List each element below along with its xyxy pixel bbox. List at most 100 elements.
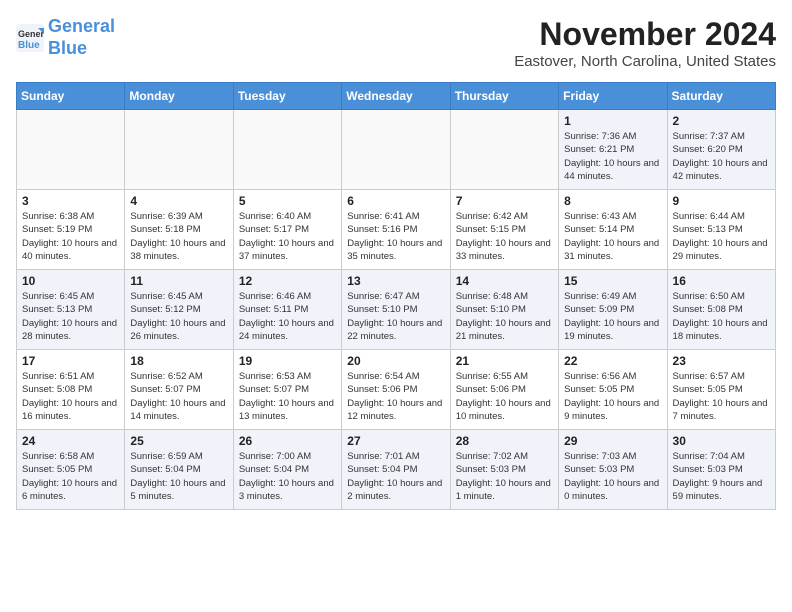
day-info: Sunrise: 6:44 AM Sunset: 5:13 PM Dayligh… xyxy=(673,210,770,263)
calendar-cell: 10 Sunrise: 6:45 AM Sunset: 5:13 PM Dayli… xyxy=(17,270,125,350)
calendar-cell: 26Sunrise: 7:00 AM Sunset: 5:04 PM Dayli… xyxy=(233,430,341,510)
day-info: Sunrise: 7:01 AM Sunset: 5:04 PM Dayligh… xyxy=(347,450,444,503)
calendar-cell: 25Sunrise: 6:59 AM Sunset: 5:04 PM Dayli… xyxy=(125,430,233,510)
weekday-header-row: SundayMondayTuesdayWednesdayThursdayFrid… xyxy=(17,83,776,110)
day-number: 15 xyxy=(564,274,661,288)
calendar-cell xyxy=(342,110,450,190)
day-number: 9 xyxy=(673,194,770,208)
day-number: 8 xyxy=(564,194,661,208)
calendar-cell: 4Sunrise: 6:39 AM Sunset: 5:18 PM Daylig… xyxy=(125,190,233,270)
calendar-cell: 15 Sunrise: 6:49 AM Sunset: 5:09 PM Dayli… xyxy=(559,270,667,350)
weekday-header-saturday: Saturday xyxy=(667,83,775,110)
day-number: 11 xyxy=(130,274,227,288)
day-number: 30 xyxy=(673,434,770,448)
calendar-cell: 7 Sunrise: 6:42 AM Sunset: 5:15 PM Daylig… xyxy=(450,190,558,270)
day-info: Sunrise: 6:49 AM Sunset: 5:09 PM Dayligh… xyxy=(564,290,661,343)
calendar-week-row: 10 Sunrise: 6:45 AM Sunset: 5:13 PM Dayli… xyxy=(17,270,776,350)
calendar-cell: 19Sunrise: 6:53 AM Sunset: 5:07 PM Dayli… xyxy=(233,350,341,430)
day-info: Sunrise: 6:40 AM Sunset: 5:17 PM Dayligh… xyxy=(239,210,336,263)
weekday-header-thursday: Thursday xyxy=(450,83,558,110)
calendar-cell xyxy=(233,110,341,190)
logo: General Blue GeneralBlue xyxy=(16,16,115,59)
day-info: Sunrise: 7:04 AM Sunset: 5:03 PM Dayligh… xyxy=(673,450,770,503)
calendar-cell: 27 Sunrise: 7:01 AM Sunset: 5:04 PM Dayli… xyxy=(342,430,450,510)
day-info: Sunrise: 7:03 AM Sunset: 5:03 PM Dayligh… xyxy=(564,450,661,503)
calendar-table: SundayMondayTuesdayWednesdayThursdayFrid… xyxy=(16,82,776,510)
title-block: November 2024 Eastover, North Carolina, … xyxy=(514,16,776,70)
calendar-cell xyxy=(450,110,558,190)
svg-text:General: General xyxy=(18,29,44,39)
calendar-cell: 14 Sunrise: 6:48 AM Sunset: 5:10 PM Dayli… xyxy=(450,270,558,350)
location-title: Eastover, North Carolina, United States xyxy=(514,53,776,70)
day-number: 18 xyxy=(130,354,227,368)
day-number: 22 xyxy=(564,354,661,368)
calendar-cell: 16 Sunrise: 6:50 AM Sunset: 5:08 PM Dayli… xyxy=(667,270,775,350)
calendar-cell: 5 Sunrise: 6:40 AM Sunset: 5:17 PM Daylig… xyxy=(233,190,341,270)
day-info: Sunrise: 6:46 AM Sunset: 5:11 PM Dayligh… xyxy=(239,290,336,343)
weekday-header-monday: Monday xyxy=(125,83,233,110)
calendar-cell: 21 Sunrise: 6:55 AM Sunset: 5:06 PM Dayli… xyxy=(450,350,558,430)
day-number: 24 xyxy=(22,434,119,448)
calendar-cell: 29 Sunrise: 7:03 AM Sunset: 5:03 PM Dayli… xyxy=(559,430,667,510)
day-number: 7 xyxy=(456,194,553,208)
day-info: Sunrise: 6:45 AM Sunset: 5:13 PM Dayligh… xyxy=(22,290,119,343)
calendar-cell: 28 Sunrise: 7:02 AM Sunset: 5:03 PM Dayli… xyxy=(450,430,558,510)
calendar-cell: 17 Sunrise: 6:51 AM Sunset: 5:08 PM Dayli… xyxy=(17,350,125,430)
calendar-week-row: 1Sunrise: 7:36 AM Sunset: 6:21 PM Daylig… xyxy=(17,110,776,190)
day-info: Sunrise: 6:52 AM Sunset: 5:07 PM Dayligh… xyxy=(130,370,227,423)
calendar-cell: 1Sunrise: 7:36 AM Sunset: 6:21 PM Daylig… xyxy=(559,110,667,190)
calendar-cell: 6Sunrise: 6:41 AM Sunset: 5:16 PM Daylig… xyxy=(342,190,450,270)
day-info: Sunrise: 6:51 AM Sunset: 5:08 PM Dayligh… xyxy=(22,370,119,423)
calendar-cell: 20 Sunrise: 6:54 AM Sunset: 5:06 PM Dayli… xyxy=(342,350,450,430)
day-info: Sunrise: 6:55 AM Sunset: 5:06 PM Dayligh… xyxy=(456,370,553,423)
day-number: 20 xyxy=(347,354,444,368)
calendar-cell: 9 Sunrise: 6:44 AM Sunset: 5:13 PM Daylig… xyxy=(667,190,775,270)
calendar-cell: 23Sunrise: 6:57 AM Sunset: 5:05 PM Dayli… xyxy=(667,350,775,430)
day-info: Sunrise: 6:42 AM Sunset: 5:15 PM Dayligh… xyxy=(456,210,553,263)
calendar-cell xyxy=(17,110,125,190)
day-number: 6 xyxy=(347,194,444,208)
day-info: Sunrise: 7:00 AM Sunset: 5:04 PM Dayligh… xyxy=(239,450,336,503)
day-info: Sunrise: 6:53 AM Sunset: 5:07 PM Dayligh… xyxy=(239,370,336,423)
calendar-cell: 13Sunrise: 6:47 AM Sunset: 5:10 PM Dayli… xyxy=(342,270,450,350)
weekday-header-wednesday: Wednesday xyxy=(342,83,450,110)
day-number: 29 xyxy=(564,434,661,448)
month-title: November 2024 xyxy=(514,16,776,53)
calendar-cell: 12 Sunrise: 6:46 AM Sunset: 5:11 PM Dayli… xyxy=(233,270,341,350)
calendar-cell: 3Sunrise: 6:38 AM Sunset: 5:19 PM Daylig… xyxy=(17,190,125,270)
day-number: 16 xyxy=(673,274,770,288)
day-info: Sunrise: 6:54 AM Sunset: 5:06 PM Dayligh… xyxy=(347,370,444,423)
logo-icon: General Blue xyxy=(16,24,44,52)
day-info: Sunrise: 7:37 AM Sunset: 6:20 PM Dayligh… xyxy=(673,130,770,183)
day-number: 28 xyxy=(456,434,553,448)
day-info: Sunrise: 7:02 AM Sunset: 5:03 PM Dayligh… xyxy=(456,450,553,503)
day-number: 27 xyxy=(347,434,444,448)
weekday-header-sunday: Sunday xyxy=(17,83,125,110)
day-info: Sunrise: 6:50 AM Sunset: 5:08 PM Dayligh… xyxy=(673,290,770,343)
day-number: 17 xyxy=(22,354,119,368)
calendar-week-row: 24Sunrise: 6:58 AM Sunset: 5:05 PM Dayli… xyxy=(17,430,776,510)
day-info: Sunrise: 7:36 AM Sunset: 6:21 PM Dayligh… xyxy=(564,130,661,183)
day-info: Sunrise: 6:56 AM Sunset: 5:05 PM Dayligh… xyxy=(564,370,661,423)
day-info: Sunrise: 6:57 AM Sunset: 5:05 PM Dayligh… xyxy=(673,370,770,423)
calendar-cell: 11 Sunrise: 6:45 AM Sunset: 5:12 PM Dayli… xyxy=(125,270,233,350)
logo-text: GeneralBlue xyxy=(48,16,115,59)
day-info: Sunrise: 6:59 AM Sunset: 5:04 PM Dayligh… xyxy=(130,450,227,503)
calendar-week-row: 3Sunrise: 6:38 AM Sunset: 5:19 PM Daylig… xyxy=(17,190,776,270)
day-info: Sunrise: 6:39 AM Sunset: 5:18 PM Dayligh… xyxy=(130,210,227,263)
day-info: Sunrise: 6:45 AM Sunset: 5:12 PM Dayligh… xyxy=(130,290,227,343)
page-header: General Blue GeneralBlue November 2024 E… xyxy=(16,16,776,70)
day-info: Sunrise: 6:48 AM Sunset: 5:10 PM Dayligh… xyxy=(456,290,553,343)
day-number: 2 xyxy=(673,114,770,128)
weekday-header-friday: Friday xyxy=(559,83,667,110)
day-info: Sunrise: 6:43 AM Sunset: 5:14 PM Dayligh… xyxy=(564,210,661,263)
day-number: 5 xyxy=(239,194,336,208)
day-number: 21 xyxy=(456,354,553,368)
day-number: 12 xyxy=(239,274,336,288)
calendar-cell: 22 Sunrise: 6:56 AM Sunset: 5:05 PM Dayli… xyxy=(559,350,667,430)
day-number: 10 xyxy=(22,274,119,288)
day-number: 14 xyxy=(456,274,553,288)
calendar-cell: 30 Sunrise: 7:04 AM Sunset: 5:03 PM Dayli… xyxy=(667,430,775,510)
calendar-week-row: 17 Sunrise: 6:51 AM Sunset: 5:08 PM Dayli… xyxy=(17,350,776,430)
calendar-cell xyxy=(125,110,233,190)
